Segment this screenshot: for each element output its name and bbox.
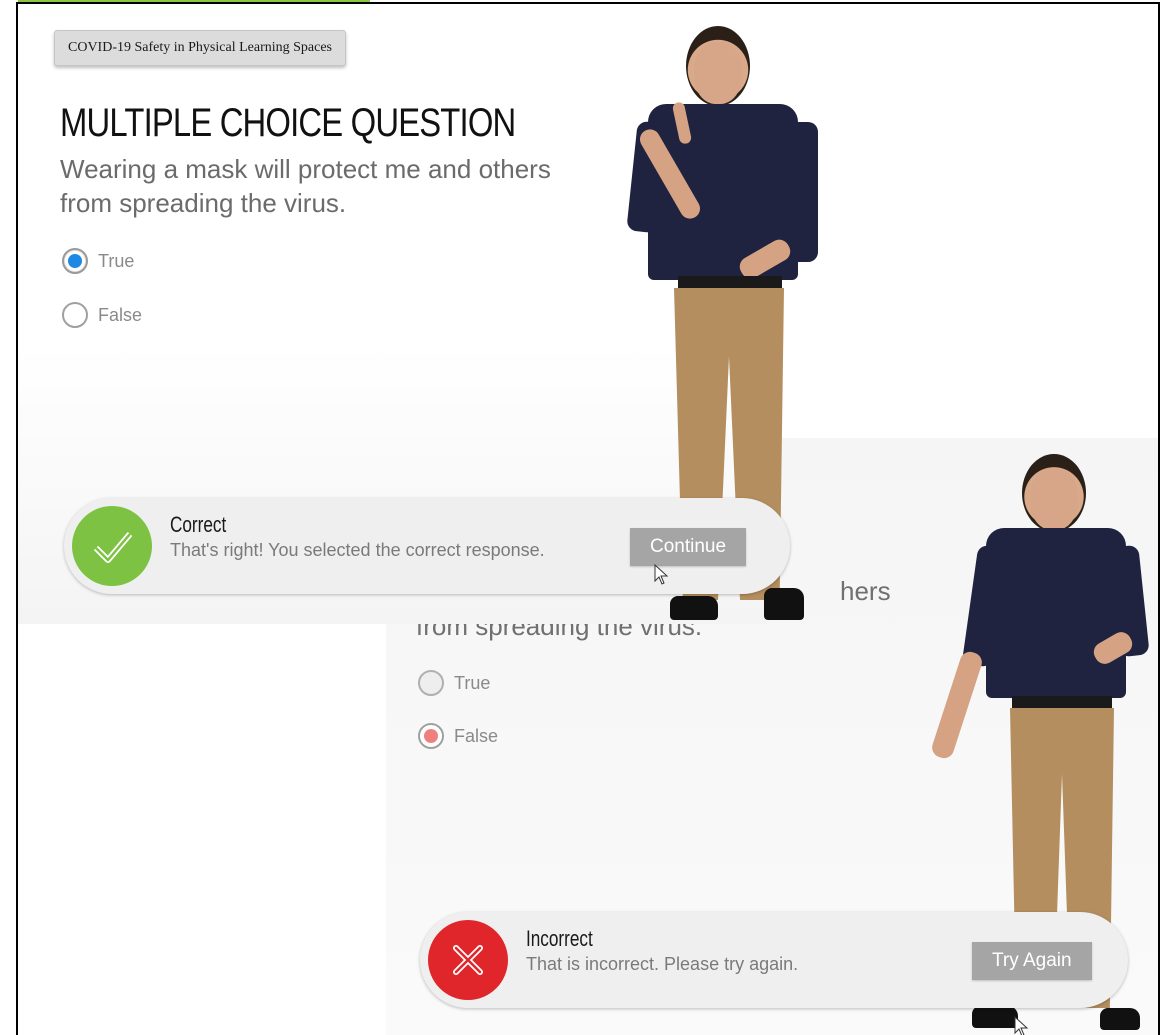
radio-true-selected[interactable]	[62, 248, 88, 274]
option-false[interactable]: False	[418, 723, 498, 749]
mouse-cursor-icon	[1014, 1016, 1029, 1035]
question-text: Wearing a mask will protect me and other…	[60, 154, 551, 218]
correct-message: That's right! You selected the correct r…	[170, 540, 545, 560]
correct-feedback-bar: Correct That's right! You selected the c…	[64, 498, 790, 594]
option-true[interactable]: True	[62, 248, 134, 274]
option-true-label: True	[454, 672, 491, 693]
incorrect-x-icon	[428, 920, 508, 1000]
incorrect-feedback-bar: Incorrect That is incorrect. Please try …	[420, 912, 1128, 1008]
incorrect-message: That is incorrect. Please try again.	[526, 954, 799, 974]
correct-heading: Correct	[170, 512, 227, 537]
option-true-label: True	[98, 250, 135, 271]
page-title: MULTIPLE CHOICE QUESTION	[60, 100, 516, 145]
radio-true[interactable]	[418, 670, 444, 696]
correct-slide: COVID-19 Safety in Physical Learning Spa…	[18, 4, 818, 624]
incorrect-heading: Incorrect	[526, 926, 593, 951]
continue-button[interactable]: Continue	[630, 528, 747, 566]
option-false-label: False	[98, 304, 143, 325]
screen-frame: hers from spreading the virus. True Fals…	[16, 2, 1160, 1035]
mouse-cursor-icon	[654, 564, 669, 585]
option-false-label: False	[454, 725, 499, 746]
course-badge: COVID-19 Safety in Physical Learning Spa…	[54, 30, 346, 66]
radio-false-selected[interactable]	[418, 723, 444, 749]
option-true[interactable]: True	[418, 670, 490, 696]
radio-false[interactable]	[62, 302, 88, 328]
option-false[interactable]: False	[62, 302, 142, 328]
checkmark-icon	[72, 506, 152, 586]
question-fragment-right: hers	[840, 576, 891, 606]
try-again-button[interactable]: Try Again	[972, 942, 1092, 980]
